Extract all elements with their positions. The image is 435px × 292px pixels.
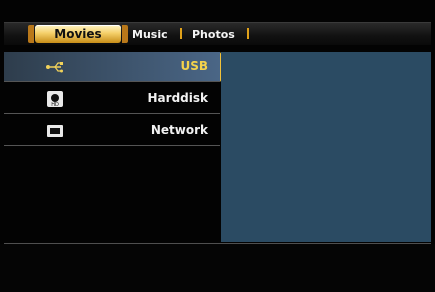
harddisk-icon: HD <box>47 91 63 108</box>
source-item-usb[interactable]: USB <box>4 52 220 82</box>
source-list: USB HD Harddisk Network <box>4 52 220 242</box>
source-item-harddisk[interactable]: HD Harddisk <box>4 84 220 114</box>
tab-photos[interactable]: Photos <box>192 25 235 43</box>
source-item-label: Harddisk <box>147 91 208 105</box>
media-tab-bar: Movies Music Photos <box>4 22 431 45</box>
media-browser-screen: Movies Music Photos USB HD Harddisk Netw… <box>0 0 435 292</box>
status-bar <box>0 244 435 292</box>
tab-separator <box>180 28 182 39</box>
tab-music-label: Music <box>132 27 168 41</box>
tab-photos-label: Photos <box>192 27 235 41</box>
tab-music[interactable]: Music <box>132 25 168 43</box>
tab-movies-label: Movies <box>54 27 102 41</box>
tab-separator <box>247 28 249 39</box>
source-item-network[interactable]: Network <box>4 116 220 146</box>
preview-panel <box>221 52 431 242</box>
usb-icon <box>46 62 63 73</box>
source-item-label: USB <box>180 59 208 73</box>
tab-movies[interactable]: Movies <box>28 25 128 43</box>
source-item-label: Network <box>150 123 208 137</box>
network-icon <box>47 125 63 137</box>
svg-text:HD: HD <box>51 102 59 108</box>
